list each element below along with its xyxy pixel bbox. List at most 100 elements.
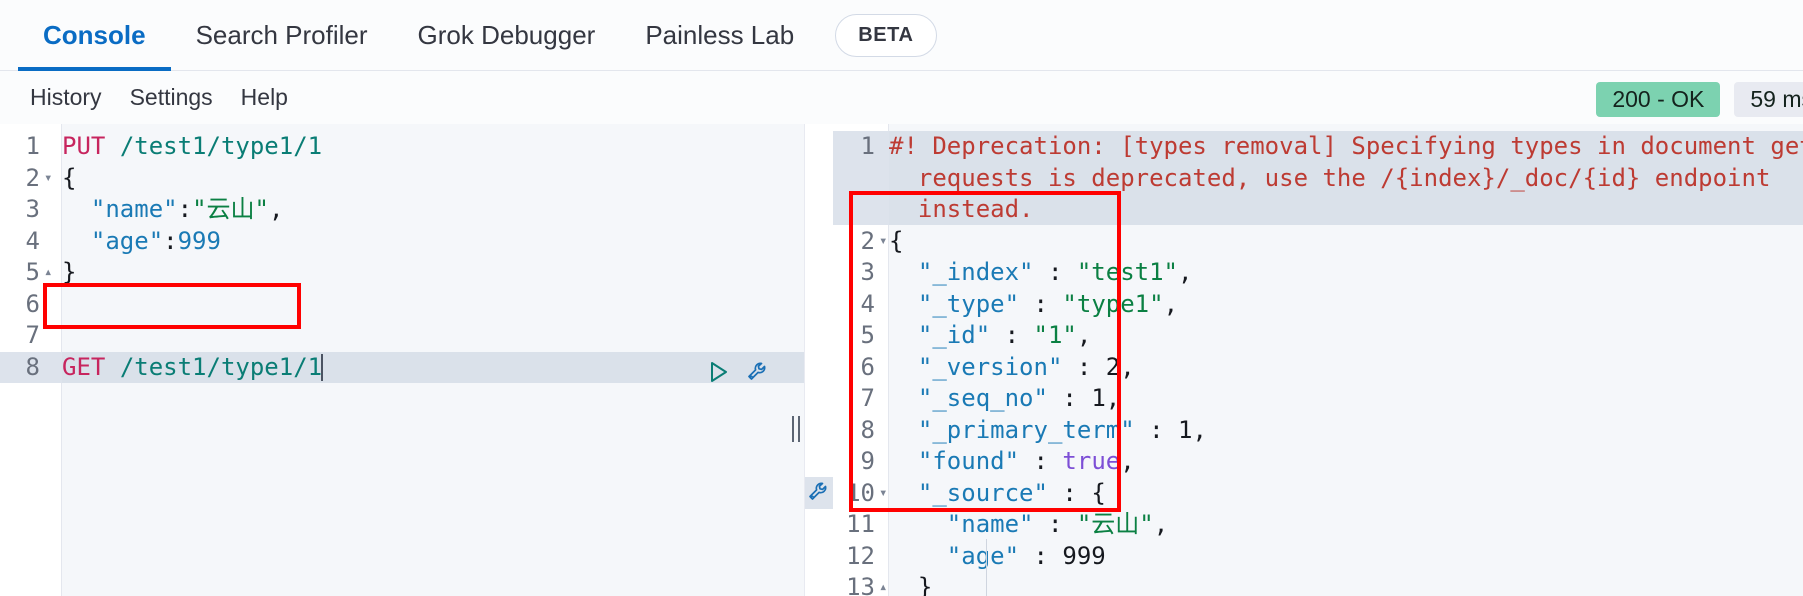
fold-toggle-icon[interactable]: ▾ — [879, 226, 887, 258]
line-number: 8 — [860, 415, 875, 444]
code-token: : — [1062, 352, 1106, 381]
code-token: "1" — [1033, 321, 1077, 349]
line-number: 6 — [25, 289, 40, 318]
tab-search-profiler[interactable]: Search Profiler — [171, 0, 393, 71]
code-token: /test1/type1/1 — [119, 352, 323, 381]
code-token: , — [1105, 384, 1121, 412]
code-line: "_id" : "1", — [889, 320, 1803, 352]
code-token: , — [1153, 510, 1169, 538]
menu-item-settings[interactable]: Settings — [116, 84, 227, 111]
fold-toggle-icon[interactable]: ▴ — [44, 257, 52, 289]
code-token: : — [1134, 415, 1179, 444]
splitter-bar-left — [792, 416, 794, 442]
code-token: : — [990, 321, 1034, 349]
duration-badge: 59 ms — [1734, 82, 1803, 117]
code-token: : — [1019, 447, 1063, 475]
code-token: PUT — [62, 132, 106, 160]
code-line: GET /test1/type1/1 — [62, 352, 804, 384]
line-number: 8 — [25, 352, 40, 381]
code-token: , — [1120, 447, 1135, 475]
line-number: 3 — [860, 258, 875, 286]
code-line: "found" : true, — [889, 446, 1803, 478]
code-token: "age" — [946, 541, 1020, 570]
pane-splitter-handle[interactable] — [788, 414, 804, 444]
menu-item-help[interactable]: Help — [227, 84, 302, 111]
code-token: "_index" — [917, 258, 1034, 286]
code-line: PUT /test1/type1/1 — [62, 131, 804, 163]
wrench-icon[interactable] — [746, 360, 770, 388]
code-line: { — [62, 163, 804, 195]
code-token: "_type" — [917, 289, 1020, 318]
code-line: "name" : "云山", — [889, 509, 1803, 541]
response-status-group: 200 - OK 59 ms — [1596, 82, 1803, 117]
menu-item-history[interactable]: History — [16, 84, 116, 111]
code-token: } — [917, 573, 933, 596]
line-number: 3 — [25, 195, 40, 223]
tab-console[interactable]: Console — [18, 0, 171, 71]
code-token: "found" — [917, 447, 1020, 475]
console-menu-bar: History Settings Help 200 - OK 59 ms — [0, 71, 1803, 124]
code-token: : — [177, 195, 193, 223]
response-code: #! Deprecation: [types removal] Specifyi… — [889, 124, 1803, 596]
code-token: /test1/type1/1 — [119, 132, 323, 160]
fold-toggle-icon[interactable]: ▴ — [879, 572, 887, 596]
line-number: 2 — [25, 163, 40, 192]
code-line: "_source" : { — [889, 478, 1803, 510]
code-token: , — [1178, 258, 1193, 286]
code-token: 999 — [1062, 541, 1106, 570]
code-token: , — [1076, 321, 1092, 349]
code-token: : — [163, 226, 178, 255]
line-number: 4 — [25, 226, 40, 255]
code-token: : — [1033, 258, 1077, 286]
code-line: instead. — [889, 194, 1803, 226]
code-token: "name" — [90, 195, 178, 223]
response-wrench-icon[interactable] — [807, 480, 831, 508]
code-token: "_seq_no" — [917, 384, 1048, 412]
request-code[interactable]: PUT /test1/type1/1{ "name":"云山", "age":9… — [62, 124, 804, 596]
primary-tab-bar: Console Search Profiler Grok Debugger Pa… — [0, 0, 1803, 71]
fold-toggle-icon[interactable]: ▾ — [879, 478, 887, 510]
code-line: } — [889, 572, 1803, 596]
response-editor[interactable]: 12▾345678910▾111213▴14▴15 #! Deprecation… — [805, 124, 1803, 596]
code-token: , — [1192, 415, 1207, 444]
line-number: 11 — [846, 510, 875, 538]
request-actions — [706, 359, 770, 391]
code-token: } — [62, 258, 77, 286]
request-editor[interactable]: 1 2 ▾ 3 4 5 ▴ 6 7 8 PUT /test1/type1/1{ "name":"云… — [0, 124, 805, 596]
line-number: 7 — [25, 321, 40, 349]
code-token: : — [1033, 510, 1077, 538]
tab-painless-lab[interactable]: Painless Lab — [620, 0, 819, 71]
tab-console-label: Console — [43, 20, 146, 50]
code-token: { — [889, 226, 904, 255]
code-token: "_primary_term" — [917, 415, 1135, 444]
line-number: 10 — [846, 478, 875, 507]
line-number: 13 — [846, 573, 875, 596]
fold-toggle-icon[interactable]: ▾ — [44, 163, 52, 195]
tab-grok-debugger-label: Grok Debugger — [417, 20, 596, 50]
play-icon[interactable] — [706, 360, 730, 388]
console-app: Console Search Profiler Grok Debugger Pa… — [0, 0, 1803, 596]
code-token: "云山" — [192, 195, 269, 223]
code-token: "_id" — [917, 321, 991, 349]
line-number: 5 — [25, 258, 40, 286]
line-number: 2 — [860, 226, 875, 255]
status-badge: 200 - OK — [1596, 82, 1721, 117]
code-token: , — [1120, 352, 1135, 381]
line-number: 9 — [860, 447, 875, 475]
tab-grok-debugger[interactable]: Grok Debugger — [393, 0, 621, 71]
code-line: "age" : 999 — [889, 541, 1803, 573]
code-line: requests is deprecated, use the /{index}… — [889, 163, 1803, 195]
